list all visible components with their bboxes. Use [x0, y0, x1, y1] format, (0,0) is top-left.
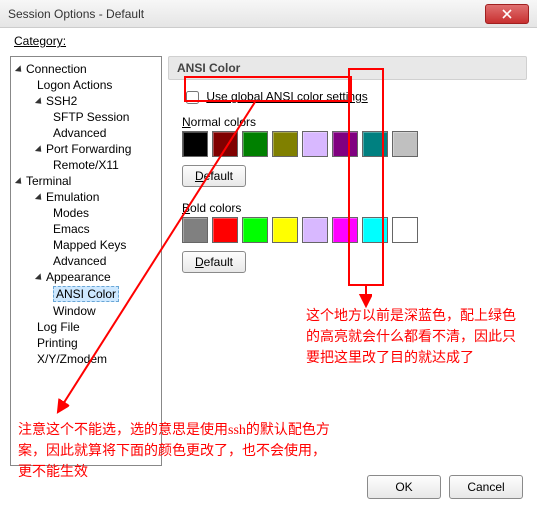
expand-icon	[35, 193, 44, 202]
color-swatch[interactable]	[302, 131, 328, 157]
close-button[interactable]	[485, 4, 529, 24]
normal-color-swatches	[168, 131, 527, 163]
tree-advanced2[interactable]: Advanced	[13, 253, 159, 269]
window-title: Session Options - Default	[8, 7, 485, 21]
tree-connection[interactable]: Connection	[13, 61, 159, 77]
color-swatch[interactable]	[302, 217, 328, 243]
color-swatch[interactable]	[332, 131, 358, 157]
tree-xyzmodem[interactable]: X/Y/Zmodem	[13, 351, 159, 367]
color-swatch[interactable]	[212, 131, 238, 157]
annotation-text-right: 这个地方以前是深蓝色，配上绿色的高亮就会什么都看不清，因此只要把这里改了目的就达…	[306, 306, 516, 369]
tree-ssh2[interactable]: SSH2	[13, 93, 159, 109]
tree-remotex11[interactable]: Remote/X11	[13, 157, 159, 173]
color-swatch[interactable]	[212, 217, 238, 243]
expand-icon	[15, 177, 24, 186]
tree-modes[interactable]: Modes	[13, 205, 159, 221]
default-normal-button[interactable]: Default	[182, 165, 246, 187]
tree-sftp[interactable]: SFTP Session	[13, 109, 159, 125]
normal-colors-label: Normal colors	[168, 111, 527, 131]
use-global-checkbox[interactable]	[186, 91, 199, 104]
default-bold-button[interactable]: Default	[182, 251, 246, 273]
use-global-label[interactable]: Use global ANSI color settings	[206, 90, 367, 104]
expand-icon	[15, 65, 24, 74]
tree-terminal[interactable]: Terminal	[13, 173, 159, 189]
tree-window[interactable]: Window	[13, 303, 159, 319]
bold-color-swatches	[168, 217, 527, 249]
color-swatch[interactable]	[392, 131, 418, 157]
color-swatch[interactable]	[182, 217, 208, 243]
cancel-button[interactable]: Cancel	[449, 475, 523, 499]
expand-icon	[35, 145, 44, 154]
color-swatch[interactable]	[392, 217, 418, 243]
color-swatch[interactable]	[242, 217, 268, 243]
tree-portfwd[interactable]: Port Forwarding	[13, 141, 159, 157]
tree-emacs[interactable]: Emacs	[13, 221, 159, 237]
color-swatch[interactable]	[332, 217, 358, 243]
expand-icon	[35, 97, 44, 106]
tree-advanced[interactable]: Advanced	[13, 125, 159, 141]
color-swatch[interactable]	[272, 131, 298, 157]
tree-emulation[interactable]: Emulation	[13, 189, 159, 205]
color-swatch[interactable]	[362, 217, 388, 243]
settings-panel: ANSI Color Use global ANSI color setting…	[168, 56, 527, 468]
dialog-footer: OK Cancel	[367, 475, 523, 499]
category-tree[interactable]: Connection Logon Actions SSH2 SFTP Sessi…	[10, 56, 162, 466]
close-icon	[502, 9, 512, 19]
title-bar: Session Options - Default	[0, 0, 537, 28]
tree-mappedkeys[interactable]: Mapped Keys	[13, 237, 159, 253]
bold-colors-label: Bold colors	[168, 197, 527, 217]
tree-appearance[interactable]: Appearance	[13, 269, 159, 285]
tree-ansicolor[interactable]: ANSI Color	[13, 285, 159, 303]
tree-printing[interactable]: Printing	[13, 335, 159, 351]
category-label: Category:	[14, 34, 66, 48]
color-swatch[interactable]	[272, 217, 298, 243]
expand-icon	[35, 273, 44, 282]
group-title: ANSI Color	[168, 56, 527, 80]
color-swatch[interactable]	[182, 131, 208, 157]
color-swatch[interactable]	[362, 131, 388, 157]
tree-logfile[interactable]: Log File	[13, 319, 159, 335]
tree-logon[interactable]: Logon Actions	[13, 77, 159, 93]
ok-button[interactable]: OK	[367, 475, 441, 499]
annotation-text-left: 注意这个不能选，选的意思是使用ssh的默认配色方案，因此就算将下面的颜色更改了，…	[18, 420, 338, 483]
color-swatch[interactable]	[242, 131, 268, 157]
